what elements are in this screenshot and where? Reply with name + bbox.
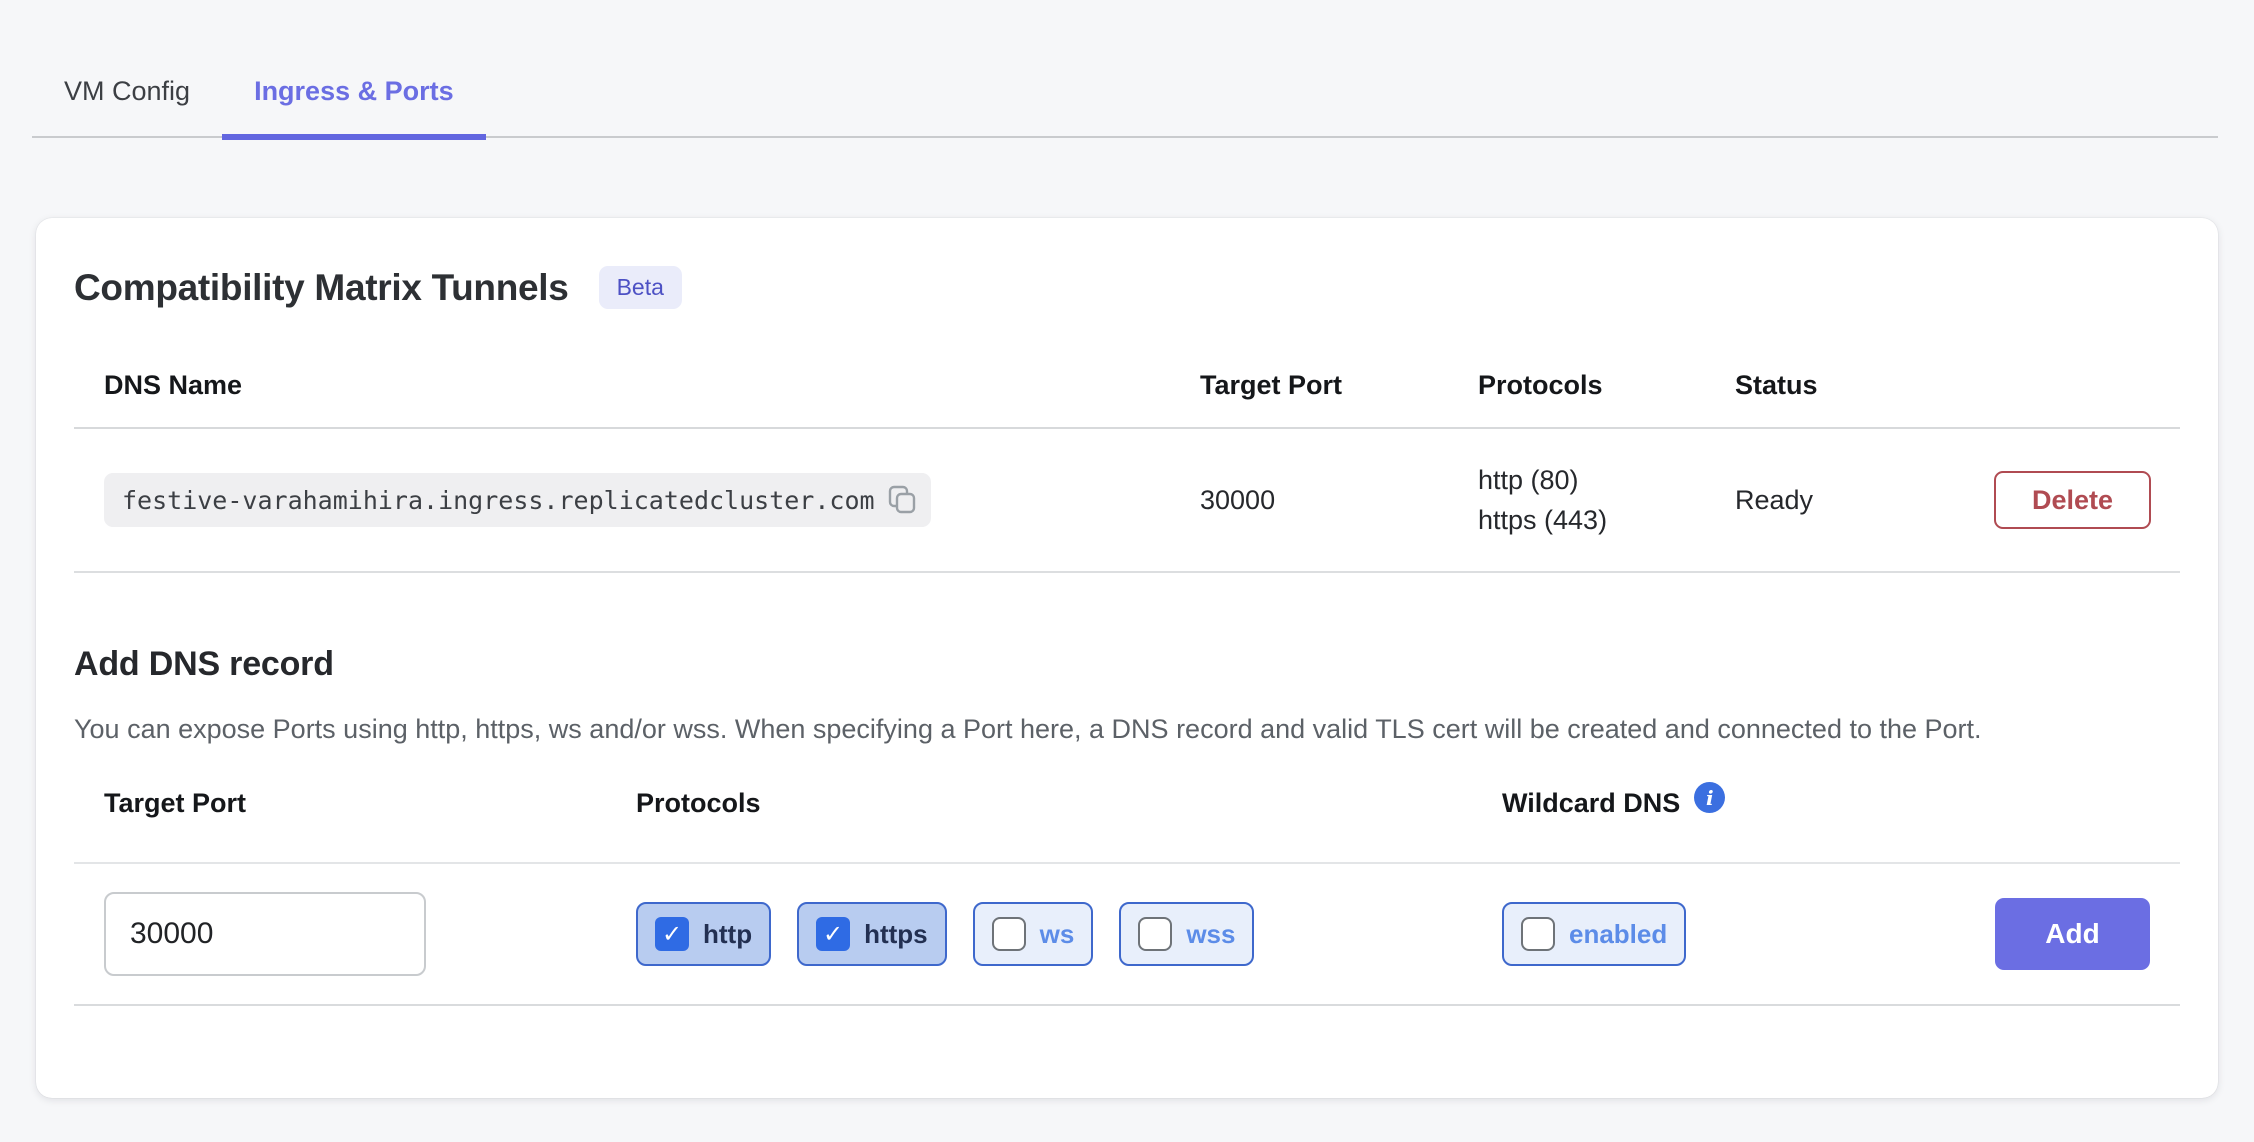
label-wildcard-dns: Wildcard DNS i (1502, 788, 1995, 819)
add-dns-form-row: ✓ http ✓ https ws wss enabled Add (74, 864, 2180, 1006)
target-port-field-cell (74, 892, 636, 976)
add-button-cell: Add (1995, 898, 2182, 970)
status-cell: Ready (1735, 485, 1994, 516)
protocol-checkbox-http[interactable]: ✓ http (636, 902, 771, 966)
label-protocols: Protocols (636, 788, 1502, 819)
delete-button[interactable]: Delete (1994, 471, 2151, 529)
protocol-chip-label: https (864, 919, 928, 950)
dns-name-text: festive-varahamihira.ingress.replicatedc… (122, 486, 875, 515)
header-protocols: Protocols (1478, 370, 1735, 401)
wildcard-chip-label: enabled (1569, 919, 1667, 950)
protocol-checkbox-https[interactable]: ✓ https (797, 902, 947, 966)
label-target-port: Target Port (74, 788, 636, 819)
card-title-row: Compatibility Matrix Tunnels Beta (74, 266, 2180, 309)
protocols-cell: http (80) https (443) (1478, 460, 1735, 540)
info-icon[interactable]: i (1694, 782, 1725, 813)
wildcard-dns-cell: enabled (1502, 902, 1995, 966)
checked-checkbox-icon: ✓ (655, 917, 689, 951)
dns-name-cell: festive-varahamihira.ingress.replicatedc… (74, 473, 1200, 527)
protocol-chip-label: http (703, 919, 752, 950)
tab-vm-config[interactable]: VM Config (32, 48, 222, 140)
tunnels-card: Compatibility Matrix Tunnels Beta DNS Na… (36, 218, 2218, 1098)
header-status: Status (1735, 370, 1994, 401)
add-dns-record-description: You can expose Ports using http, https, … (74, 708, 2139, 750)
protocol-chip-label: ws (1040, 919, 1075, 950)
add-dns-record-heading: Add DNS record (74, 645, 2180, 684)
unchecked-checkbox-icon (992, 917, 1026, 951)
unchecked-checkbox-icon (1138, 917, 1172, 951)
card-title: Compatibility Matrix Tunnels (74, 267, 569, 309)
target-port-input[interactable] (104, 892, 426, 976)
target-port-cell: 30000 (1200, 485, 1478, 516)
wildcard-enabled-checkbox[interactable]: enabled (1502, 902, 1686, 966)
protocol-chip-label: wss (1186, 919, 1235, 950)
protocol-line-http: http (80) (1478, 460, 1735, 500)
unchecked-checkbox-icon (1521, 917, 1555, 951)
tab-ingress-ports[interactable]: Ingress & Ports (222, 48, 486, 140)
tab-bar: VM Config Ingress & Ports (32, 48, 2218, 138)
action-cell: Delete (1994, 471, 2183, 529)
protocol-checkbox-wss[interactable]: wss (1119, 902, 1254, 966)
beta-badge: Beta (599, 266, 682, 309)
dns-name-pill: festive-varahamihira.ingress.replicatedc… (104, 473, 931, 527)
tunnels-table: DNS Name Target Port Protocols Status fe… (74, 343, 2180, 573)
table-header-row: DNS Name Target Port Protocols Status (74, 343, 2180, 429)
add-button[interactable]: Add (1995, 898, 2150, 970)
header-target-port: Target Port (1200, 370, 1478, 401)
wildcard-dns-label-text: Wildcard DNS (1502, 788, 1680, 819)
form-labels-row: Target Port Protocols Wildcard DNS i (74, 786, 2180, 864)
header-dns-name: DNS Name (74, 370, 1200, 401)
protocol-line-https: https (443) (1478, 500, 1735, 540)
table-row: festive-varahamihira.ingress.replicatedc… (74, 429, 2180, 573)
protocol-chips: ✓ http ✓ https ws wss (636, 902, 1502, 966)
checked-checkbox-icon: ✓ (816, 917, 850, 951)
protocol-checkbox-ws[interactable]: ws (973, 902, 1094, 966)
copy-icon[interactable] (887, 485, 917, 515)
